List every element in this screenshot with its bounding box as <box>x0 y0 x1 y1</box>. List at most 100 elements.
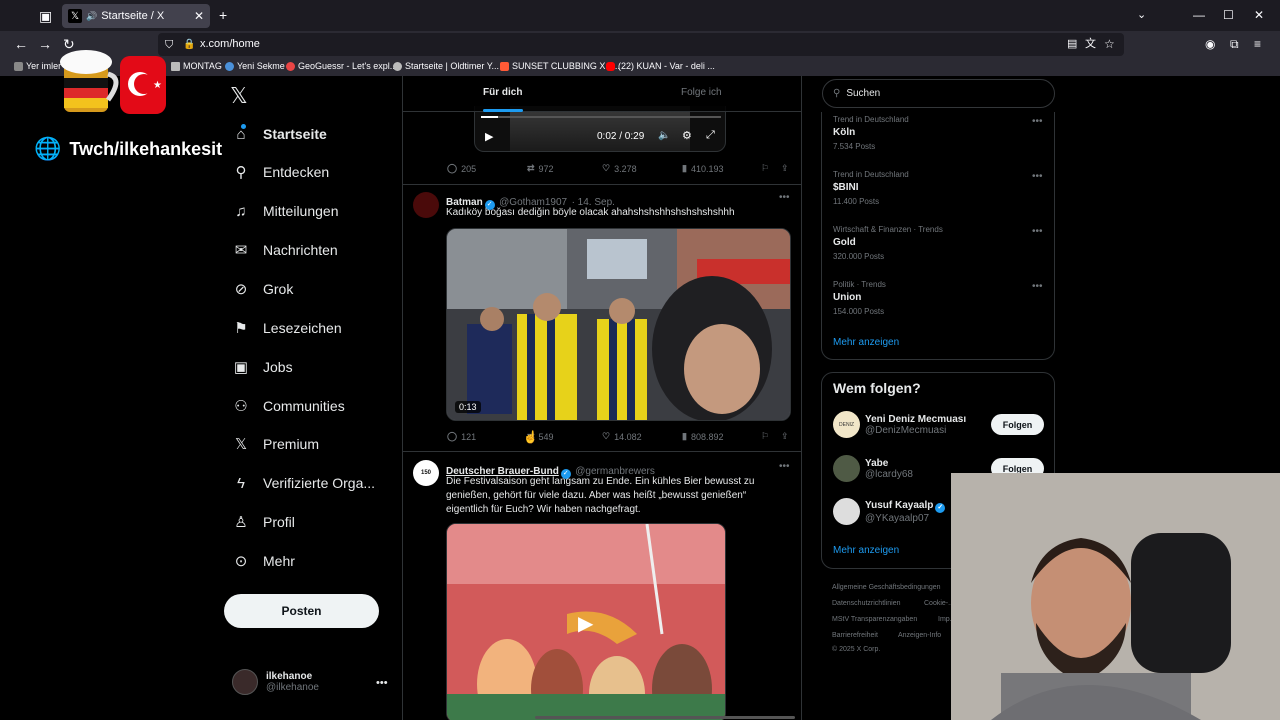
tweet-actions: ◯ 121 ⇄ 549 ♡ 14.082 ▮ 808.892 ⚐ ⇪ <box>447 431 789 445</box>
trends-show-more-link[interactable]: Mehr anzeigen <box>833 337 899 348</box>
tweet-video[interactable]: 0:13 <box>446 228 791 421</box>
divider <box>403 451 801 452</box>
menu-icon[interactable]: ≡ <box>1254 37 1261 51</box>
trend-item[interactable]: Trend in Deutschland Köln 7.534 Posts <box>833 115 909 151</box>
back-icon[interactable]: ← <box>14 37 28 51</box>
tweet-more-icon[interactable]: ••• <box>779 461 790 472</box>
bookmark-action-icon[interactable]: ⚐ <box>761 163 769 174</box>
nav-premium[interactable]: 𝕏 Premium <box>230 430 319 458</box>
trend-item[interactable]: Trend in Deutschland $BINI 11.400 Posts <box>833 170 909 206</box>
bookmark-item[interactable]: Yeni Sekme <box>225 61 285 71</box>
trend-more-icon[interactable]: ••• <box>1032 116 1043 127</box>
footer-link-accessibility[interactable]: Barrierefreiheit <box>832 632 878 639</box>
analytics-icon: ▮ <box>682 431 687 441</box>
nav-communities[interactable]: ⚇ Communities <box>230 392 344 420</box>
nav-verifizierte-orga[interactable]: ϟ Verifizierte Orga... <box>230 469 375 497</box>
divider <box>403 184 801 185</box>
post-button[interactable]: Posten <box>224 594 379 628</box>
footer-link-ads-info[interactable]: Anzeigen-Info <box>898 632 941 639</box>
trend-item[interactable]: Politik · Trends Union 154.000 Posts <box>833 280 886 316</box>
tweet-more-icon[interactable]: ••• <box>779 192 790 203</box>
video-frame <box>510 106 690 151</box>
who-to-follow-show-more-link[interactable]: Mehr anzeigen <box>833 545 899 556</box>
new-tab-icon[interactable]: + <box>219 8 227 22</box>
follow-suggestion[interactable]: Yusuf Kayaalp ✓ @YKayaalp07 <box>833 498 946 525</box>
url-text[interactable]: x.com/home <box>200 38 260 50</box>
nav-profil[interactable]: ♙ Profil <box>230 508 295 536</box>
share-icon[interactable]: ⇪ <box>781 163 789 174</box>
bookmark-item[interactable]: (22) KUAN - Var - deli ... <box>606 61 715 71</box>
nav-jobs[interactable]: ▣ Jobs <box>230 353 293 381</box>
close-tab-icon[interactable]: ✕ <box>194 9 204 23</box>
forward-icon[interactable]: → <box>38 37 52 51</box>
reply-action[interactable]: ◯ 121 <box>447 431 476 442</box>
nav-nachrichten[interactable]: ✉ Nachrichten <box>230 236 338 264</box>
avatar[interactable] <box>413 192 439 218</box>
nav-startseite[interactable]: ⌂ Startseite <box>230 120 327 148</box>
volume-icon[interactable]: 🔈 <box>658 130 670 141</box>
account-icon[interactable]: ◉ <box>1205 37 1215 51</box>
nav-mehr[interactable]: ⊙ Mehr <box>230 547 295 575</box>
follow-button[interactable]: Folgen <box>991 414 1044 435</box>
account-switcher[interactable]: ilkehanoe @ilkehanoe <box>232 669 319 695</box>
bookmark-item[interactable]: Startseite | Oldtimer Y... <box>393 61 499 71</box>
avatar[interactable]: 150 <box>413 460 439 486</box>
repost-action[interactable]: ⇄ 972 <box>527 163 554 174</box>
footer-link-agb[interactable]: Allgemeine Geschäftsbedingungen <box>832 584 941 591</box>
close-window-icon[interactable]: ✕ <box>1254 8 1264 22</box>
extensions-icon[interactable]: ⧉ <box>1230 37 1239 51</box>
reply-action[interactable]: ◯ 205 <box>447 163 476 174</box>
nav-grok[interactable]: ⊘ Grok <box>230 275 294 303</box>
tab-title: Startseite / X <box>101 10 165 22</box>
trend-more-icon[interactable]: ••• <box>1032 281 1043 292</box>
translate-icon[interactable]: 文 <box>1085 37 1096 51</box>
play-icon[interactable]: ▶ <box>578 611 593 636</box>
progress-track[interactable] <box>481 116 721 118</box>
video-player[interactable]: ▶ 0:02 / 0:29 🔈 ⚙ ⤢ <box>474 106 726 152</box>
speaker-icon[interactable]: 🔊 <box>86 11 97 22</box>
trend-more-icon[interactable]: ••• <box>1032 226 1043 237</box>
browser-tab[interactable]: 𝕏 🔊 Startseite / X ✕ <box>62 4 210 28</box>
search-input[interactable]: ⚲ Suchen <box>822 79 1055 108</box>
footer-copyright: © 2025 X Corp. <box>832 646 881 653</box>
fullscreen-icon[interactable]: ⤢ <box>706 129 715 142</box>
tab-folge-ich[interactable]: Folge ich <box>681 87 722 98</box>
nav-lesezeichen[interactable]: ⚑ Lesezeichen <box>230 314 341 342</box>
views-action[interactable]: ▮ 410.193 <box>682 163 724 174</box>
follow-suggestion[interactable]: DENIZ Yeni Deniz Mecmuası @DenizMecmuasi <box>833 411 966 438</box>
browser-tab-bar: ▣ 𝕏 🔊 Startseite / X ✕ + ⌄ — ☐ ✕ <box>0 0 1280 31</box>
trend-more-icon[interactable]: ••• <box>1032 171 1043 182</box>
bookmark-action-icon[interactable]: ⚐ <box>761 431 769 442</box>
play-icon[interactable]: ▶ <box>485 130 493 143</box>
horizontal-scrollbar[interactable] <box>535 716 795 719</box>
nav-mitteilungen[interactable]: ♫ Mitteilungen <box>230 197 338 225</box>
bookmark-item[interactable]: Yer imler <box>14 61 61 71</box>
tweet-video[interactable]: ▶ <box>446 523 726 720</box>
tab-fuer-dich[interactable]: Für dich <box>483 87 522 98</box>
maximize-icon[interactable]: ☐ <box>1223 8 1234 22</box>
like-action[interactable]: ♡ 3.278 <box>602 163 637 174</box>
settings-gear-icon[interactable]: ⚙ <box>682 129 692 142</box>
lock-icon[interactable]: 🔒 <box>183 38 195 52</box>
address-bar[interactable] <box>158 33 1124 56</box>
like-action[interactable]: ♡ 14.082 <box>602 431 642 442</box>
tab-overview-icon[interactable]: ▣ <box>39 9 52 23</box>
footer-link-mstv[interactable]: MStV Transparenzangaben <box>832 616 917 623</box>
bookmark-item[interactable]: SUNSET CLUBBING X J... <box>500 61 620 71</box>
reader-view-icon[interactable]: ▤ <box>1067 37 1077 51</box>
chevron-down-icon[interactable]: ⌄ <box>1137 8 1146 22</box>
x-logo-icon[interactable]: 𝕏 <box>230 83 248 109</box>
minimize-icon[interactable]: — <box>1193 8 1205 22</box>
more-dots-icon[interactable]: ••• <box>376 677 388 689</box>
trend-item[interactable]: Wirtschaft & Finanzen · Trends Gold 320.00… <box>833 225 943 261</box>
star-icon[interactable]: ☆ <box>1104 37 1115 51</box>
lightning-icon: ϟ <box>237 474 245 492</box>
views-action[interactable]: ▮ 808.892 <box>682 431 724 442</box>
share-icon[interactable]: ⇪ <box>781 431 789 442</box>
bookmark-folder[interactable]: MONTAG <box>171 61 222 71</box>
nav-entdecken[interactable]: ⚲ Entdecken <box>230 158 330 186</box>
follow-suggestion[interactable]: Yabe @lcardy68 <box>833 455 913 482</box>
footer-link-privacy[interactable]: Datenschutzrichtlinien <box>832 600 900 607</box>
bookmark-item[interactable]: GeoGuessr - Let's expl... <box>286 61 397 71</box>
footer-link-cookie[interactable]: Cookie-... <box>924 600 954 607</box>
